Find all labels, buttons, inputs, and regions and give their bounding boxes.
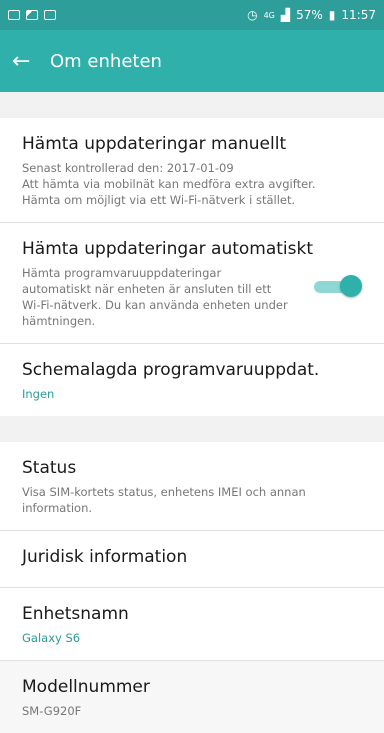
manual-update-title: Hämta uppdateringar manuellt — [22, 134, 287, 154]
signal-icon: ▟ — [280, 8, 291, 22]
screenshot-icon — [44, 10, 56, 20]
auto-update-toggle[interactable] — [314, 275, 362, 297]
status-item[interactable]: Status Visa SIM-kortets status, enhetens… — [0, 442, 384, 531]
scheduled-update-value: Ingen — [22, 387, 55, 401]
model-number-item[interactable]: Modellnummer SM-G920F — [0, 661, 384, 733]
device-info-section: Status Visa SIM-kortets status, enhetens… — [0, 442, 384, 733]
toggle-thumb — [340, 275, 362, 297]
battery-percent: 57% — [296, 8, 323, 22]
status-desc-1: Visa SIM-kortets status, enhetens IMEI o… — [22, 485, 306, 499]
auto-update-desc-2: automatiskt när enheten är ansluten till… — [22, 282, 272, 296]
legal-info-title: Juridisk information — [22, 547, 188, 567]
status-title: Status — [22, 458, 77, 478]
manual-update-note-1: Att hämta via mobilnät kan medföra extra… — [22, 177, 316, 191]
auto-update-desc-3: Wi-Fi-nätverk. Du kan använda enheten un… — [22, 298, 288, 312]
device-name-title: Enhetsnamn — [22, 604, 129, 624]
legal-info-item[interactable]: Juridisk information — [0, 531, 384, 588]
image-icon — [26, 10, 38, 20]
app-bar: ← Om enheten — [0, 30, 384, 92]
top-spacer — [0, 92, 384, 118]
device-name-item[interactable]: Enhetsnamn Galaxy S6 — [0, 588, 384, 661]
model-number-title: Modellnummer — [22, 677, 150, 697]
software-update-section: Hämta uppdateringar manuellt Senast kont… — [0, 118, 384, 416]
auto-update-item[interactable]: Hämta uppdateringar automatiskt Hämta pr… — [0, 223, 384, 344]
manual-update-item[interactable]: Hämta uppdateringar manuellt Senast kont… — [0, 118, 384, 223]
manual-update-note-2: Hämta om möjligt via ett Wi-Fi-nätverk i… — [22, 193, 296, 207]
scheduled-update-item[interactable]: Schemalagda programvaruuppdat. Ingen — [0, 344, 384, 416]
model-number-value: SM-G920F — [22, 704, 82, 718]
device-name-value: Galaxy S6 — [22, 631, 81, 645]
status-desc-2: information. — [22, 501, 93, 515]
4g-icon: 4G — [263, 10, 275, 20]
auto-update-desc-1: Hämta programvaruuppdateringar — [22, 266, 222, 280]
section-spacer — [0, 416, 384, 442]
notification-icon — [8, 10, 20, 20]
auto-update-desc-4: hämtningen. — [22, 314, 96, 328]
scheduled-update-title: Schemalagda programvaruuppdat. — [22, 360, 320, 380]
status-bar: ◷ 4G ▟ 57% ▮ 11:57 — [0, 0, 384, 30]
auto-update-title: Hämta uppdateringar automatiskt — [22, 239, 314, 259]
clock: 11:57 — [341, 8, 376, 22]
back-arrow-icon[interactable]: ← — [12, 49, 40, 74]
battery-icon: ▮ — [328, 8, 336, 22]
manual-update-last-checked: Senast kontrollerad den: 2017-01-09 — [22, 161, 234, 175]
alarm-icon: ◷ — [247, 8, 258, 22]
page-title: Om enheten — [50, 50, 162, 72]
